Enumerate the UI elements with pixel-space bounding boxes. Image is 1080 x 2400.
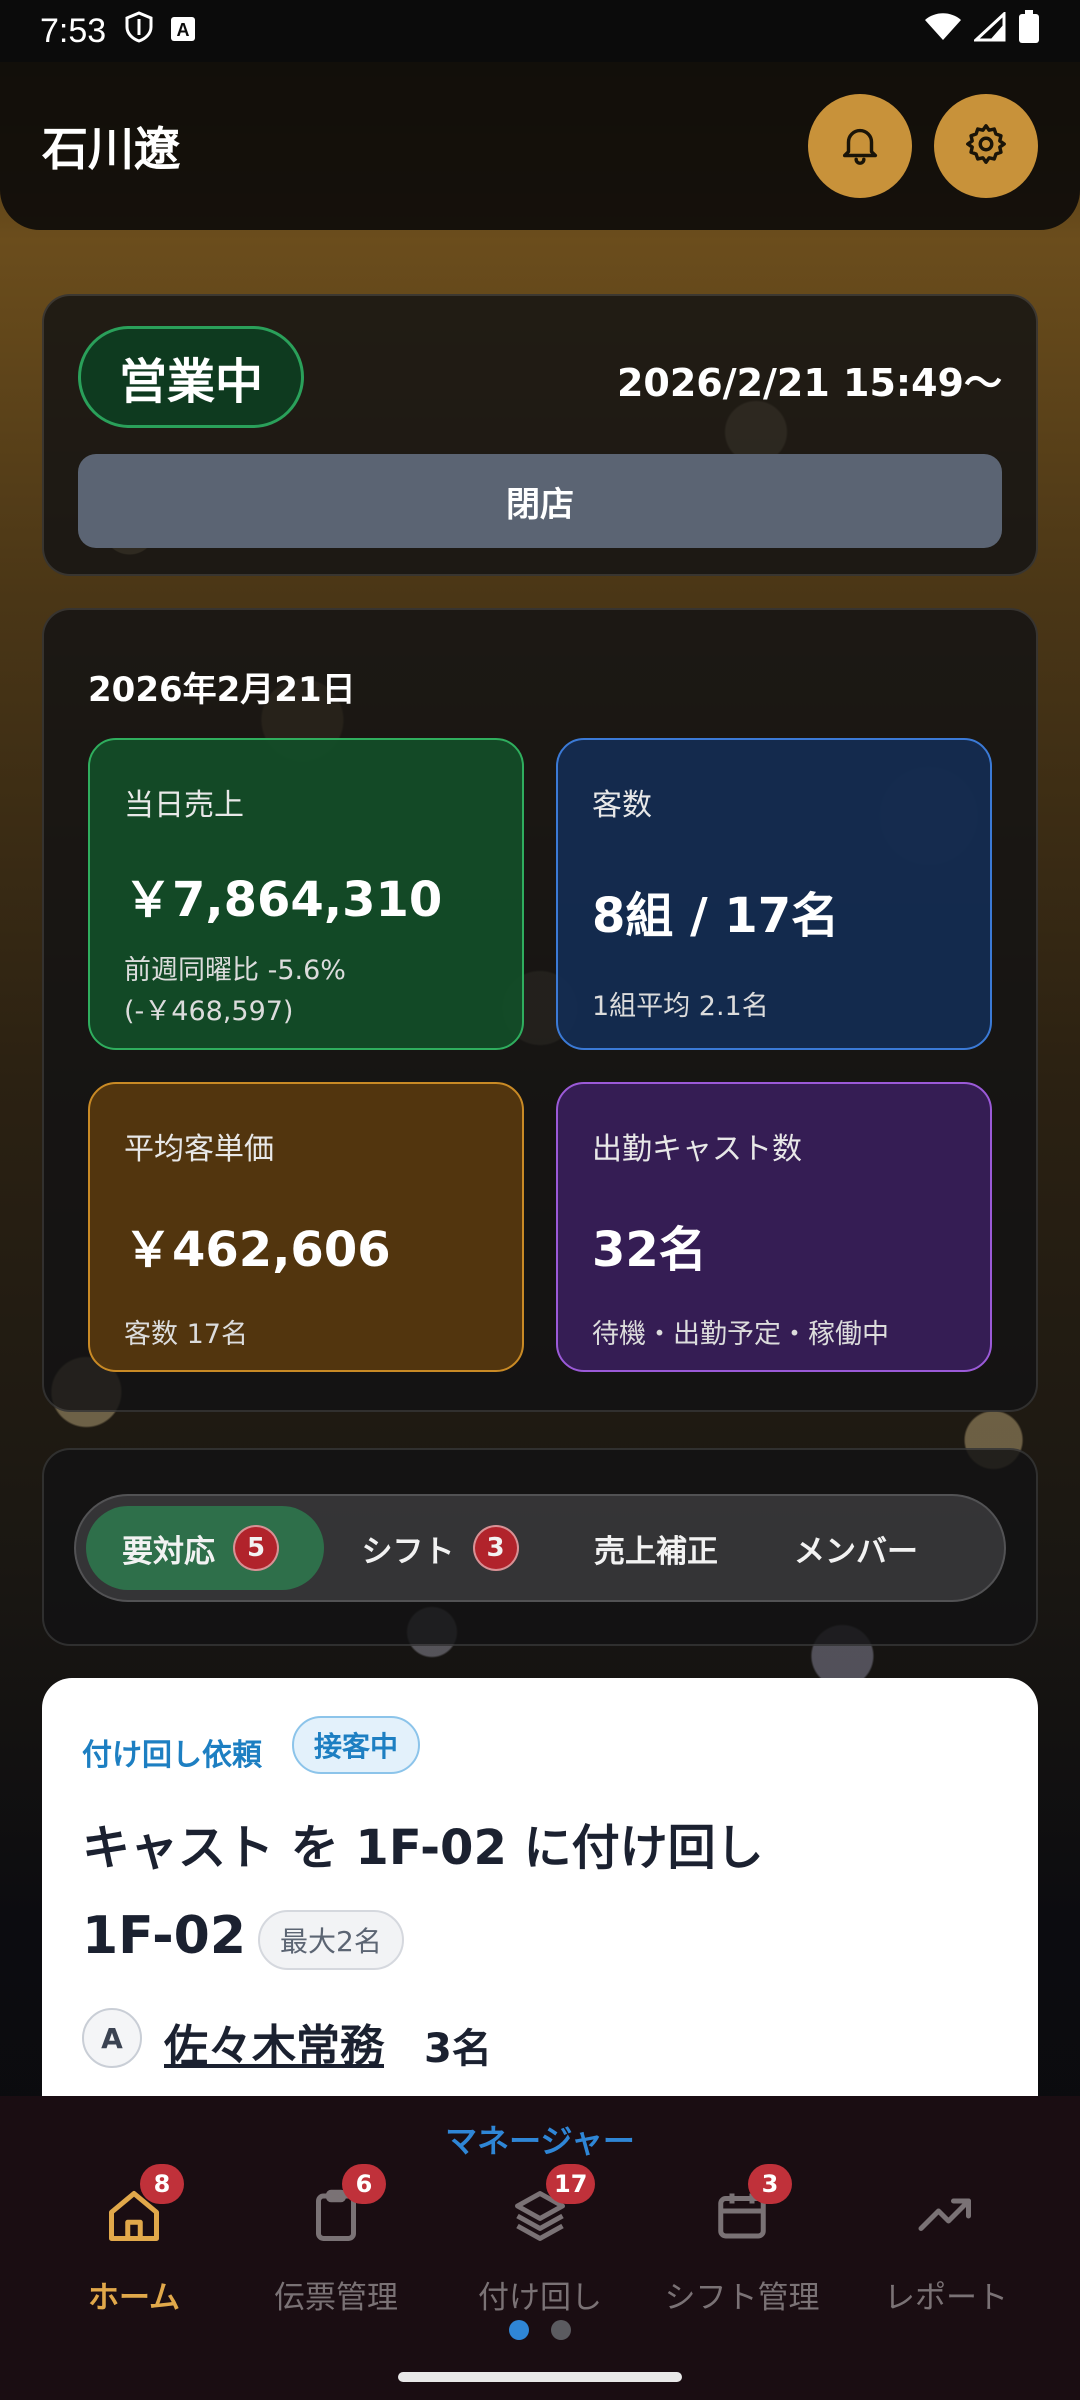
request-status-badge: 接客中: [292, 1716, 421, 1774]
page-dot-active: [509, 2320, 529, 2340]
tab-shift[interactable]: シフト 3: [324, 1506, 556, 1590]
avatar: A: [82, 2008, 142, 2068]
tab-label: シフト: [361, 1533, 455, 1570]
guests-stat: 客数 8組 / 17名 1組平均 2.1名: [556, 738, 992, 1050]
capacity-badge: 最大2名: [258, 1910, 404, 1970]
store-status-card: 営業中 2026/2/21 15:49〜 閉店: [42, 294, 1038, 576]
nav-label: レポート: [884, 2280, 1008, 2316]
request-type: 付け回し依頼: [82, 1738, 262, 1773]
tab-action-required[interactable]: 要対応 5: [86, 1506, 324, 1590]
tab-label: 売上補正: [594, 1533, 718, 1570]
sales-value: ￥7,864,310: [124, 872, 443, 928]
nav-shift-management[interactable]: 3 シフト管理: [642, 2164, 842, 2317]
notifications-button[interactable]: [808, 94, 912, 198]
nav-home[interactable]: 8 ホーム: [34, 2164, 234, 2317]
nav-badge: 17: [546, 2164, 596, 2204]
cast-value: 32名: [592, 1222, 707, 1278]
tab-label: 要対応: [122, 1533, 215, 1570]
nav-badge: 3: [748, 2164, 792, 2204]
settings-button[interactable]: [934, 94, 1038, 198]
avg-price-stat: 平均客単価 ￥462,606 客数 17名: [88, 1082, 524, 1372]
daily-stats-card: 2026年2月21日 当日売上 ￥7,864,310 前週同曜比 -5.6% (…: [42, 608, 1038, 1412]
nav-label: シフト管理: [664, 2280, 820, 2316]
guests-label: 客数: [592, 788, 652, 823]
tab-sales-adjustment[interactable]: 売上補正: [556, 1506, 756, 1590]
sales-label: 当日売上: [124, 788, 244, 823]
page-indicator: [0, 2320, 1080, 2340]
party-count: 3名: [424, 2026, 492, 2072]
store-status-badge: 営業中: [78, 326, 304, 428]
avg-price-value: ￥462,606: [124, 1222, 391, 1278]
tab-badge: 3: [472, 1525, 519, 1571]
stats-date: 2026年2月21日: [88, 670, 356, 710]
trending-up-icon: [916, 2186, 976, 2246]
nav-label: 付け回し: [478, 2280, 602, 2316]
nav-badge: 6: [342, 2164, 386, 2204]
clipboard-icon: 6: [306, 2164, 386, 2246]
table-number: 1F-02: [82, 1906, 247, 1966]
nav-badge: 8: [140, 2164, 184, 2204]
nav-slips[interactable]: 6 伝票管理: [236, 2164, 436, 2317]
battery-icon: [1018, 9, 1040, 53]
bell-icon: [837, 121, 883, 171]
svg-text:A: A: [177, 20, 190, 40]
shield-icon: [124, 10, 154, 52]
status-bar: 7:53 A: [0, 0, 1080, 62]
nav-report[interactable]: レポート: [846, 2186, 1046, 2317]
nav-label: 伝票管理: [274, 2280, 398, 2316]
nav-assign[interactable]: 17 付け回し: [440, 2164, 640, 2317]
calendar-icon: 3: [712, 2164, 792, 2246]
layers-icon: 17: [510, 2164, 596, 2246]
status-time: 7:53: [40, 11, 107, 50]
sales-stat: 当日売上 ￥7,864,310 前週同曜比 -5.6% (-￥468,597): [88, 738, 524, 1050]
text-a-icon: A: [170, 12, 196, 51]
guests-average: 1組平均 2.1名: [592, 991, 769, 1022]
tab-label: メンバー: [794, 1533, 918, 1570]
sales-difference: (-￥468,597): [124, 996, 294, 1027]
close-store-button[interactable]: 閉店: [78, 454, 1002, 548]
page-dot: [551, 2320, 571, 2340]
cast-stat: 出勤キャスト数 32名 待機・出勤予定・稼働中: [556, 1082, 992, 1372]
tab-badge: 5: [233, 1525, 279, 1571]
wifi-icon: [924, 12, 962, 51]
home-indicator[interactable]: [398, 2372, 682, 2382]
bottom-nav: マネージャー 8 ホーム 6 伝票管理 17 付け回し 3 シフト管理 レポート: [0, 2096, 1080, 2400]
home-icon: 8: [104, 2164, 184, 2246]
tab-bar: 要対応 5 シフト 3 売上補正 メンバー: [74, 1494, 1006, 1602]
request-title: キャスト を 1F-02 に付け回し: [82, 1820, 764, 1876]
cast-label: 出勤キャスト数: [592, 1132, 802, 1167]
customer-name-link[interactable]: 佐々木常務: [164, 2010, 384, 2074]
open-since: 2026/2/21 15:49〜: [616, 361, 1002, 405]
sales-comparison: 前週同曜比 -5.6%: [124, 955, 346, 986]
tabs-card: 要対応 5 シフト 3 売上補正 メンバー: [42, 1448, 1038, 1646]
user-name: 石川遼: [42, 122, 180, 176]
role-label: マネージャー: [445, 2122, 635, 2160]
cast-sub: 待機・出勤予定・稼働中: [592, 1319, 889, 1350]
nav-label: ホーム: [87, 2280, 181, 2316]
app-header: 石川遼: [0, 62, 1080, 230]
avg-price-sub: 客数 17名: [124, 1319, 248, 1350]
guests-value: 8組 / 17名: [592, 888, 840, 944]
avg-price-label: 平均客単価: [124, 1132, 274, 1167]
request-card[interactable]: 付け回し依頼 接客中 キャスト を 1F-02 に付け回し 1F-02 最大2名…: [42, 1678, 1038, 2138]
gear-icon: [963, 121, 1009, 171]
tab-members[interactable]: メンバー: [756, 1506, 956, 1590]
signal-icon: [972, 10, 1006, 51]
